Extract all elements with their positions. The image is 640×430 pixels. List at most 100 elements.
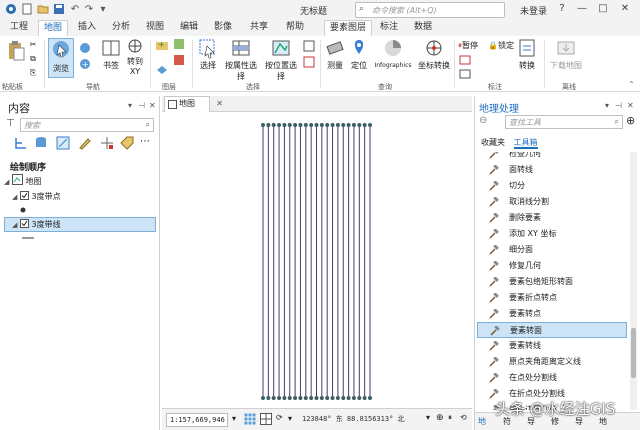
copy-icon[interactable]: ⧉ <box>28 54 38 64</box>
scale-selector[interactable]: 1:157,669,946 <box>166 413 228 427</box>
tab-analysis[interactable]: 分析 <box>106 20 136 36</box>
add-preset-icon[interactable] <box>172 54 186 68</box>
tab-data[interactable]: 数据 <box>408 20 438 36</box>
tool-list-scrollbar[interactable] <box>630 152 637 410</box>
more-icon[interactable]: ⋯ <box>140 136 154 150</box>
tool-item[interactable]: 要素转点 <box>477 306 627 322</box>
tab-feature-layer[interactable]: 要素图层 <box>324 20 372 36</box>
command-search-input[interactable]: ⌕ 命令搜索 (Alt+Q) <box>355 2 505 18</box>
undo-icon[interactable]: ↶ <box>68 3 82 17</box>
list-by-drawing-order-icon[interactable] <box>14 136 28 150</box>
selection-count-icon[interactable]: ⊕ <box>436 413 444 423</box>
layer-row-points[interactable]: ◢ 3度带点 <box>12 190 61 204</box>
fixed-zoom-icon[interactable]: + <box>78 58 92 72</box>
pane-menu-icon[interactable]: ▾ <box>128 101 132 110</box>
list-by-labeling-icon[interactable] <box>120 136 134 150</box>
table-icon[interactable] <box>244 413 256 428</box>
collapse-icon[interactable]: ◢ <box>12 221 17 229</box>
infographics-button[interactable]: Infographics <box>370 38 416 69</box>
pause-labeling-button[interactable]: ⏸暂停 <box>458 40 486 51</box>
maximize-button[interactable]: □ <box>596 2 610 16</box>
help-button[interactable]: ? <box>555 2 569 16</box>
find-tools-input[interactable]: 查找工具 ⌕ <box>505 115 623 129</box>
list-by-source-icon[interactable] <box>34 136 48 150</box>
clear-selection-icon[interactable] <box>302 56 316 70</box>
label-priority-icon[interactable] <box>458 68 472 82</box>
close-pane-icon[interactable]: ✕ <box>627 101 634 110</box>
lock-labeling-button[interactable]: 🔒锁定 <box>488 40 518 51</box>
map-canvas[interactable] <box>162 112 472 408</box>
tool-item[interactable]: 要素转线 <box>477 338 627 354</box>
collapse-icon[interactable]: ◢ <box>4 178 9 186</box>
scale-dropdown-icon[interactable]: ▾ <box>232 414 236 423</box>
layer-row-lines[interactable]: ◢ 3度带线 <box>12 218 61 232</box>
view-unplaced-icon[interactable] <box>458 54 472 68</box>
save-icon[interactable] <box>52 3 66 17</box>
redo-icon[interactable]: ↷ <box>82 3 96 17</box>
pane-menu-icon[interactable]: ▾ <box>605 101 609 110</box>
tool-item[interactable]: 检查几何 <box>477 152 627 162</box>
close-pane-icon[interactable]: ✕ <box>149 101 156 110</box>
refresh-icon[interactable]: ⟲ <box>460 413 467 422</box>
pin-icon[interactable]: ⊣ <box>138 101 145 110</box>
tool-item[interactable]: 在点处分割线 <box>477 370 627 386</box>
add-tool-icon[interactable]: ⊕ <box>626 114 635 127</box>
locate-button[interactable]: 定位 <box>348 38 370 71</box>
tool-item[interactable]: 添加 XY 坐标 <box>477 226 627 242</box>
tab-imagery[interactable]: 影像 <box>208 20 238 36</box>
map-view-tab[interactable]: 地图 ✕ <box>164 96 223 112</box>
contents-search-input[interactable]: 搜索 ⌕ <box>20 118 154 132</box>
tab-labeling[interactable]: 标注 <box>374 20 404 36</box>
close-tab-icon[interactable]: ✕ <box>216 97 223 111</box>
tab-project[interactable]: 工程 <box>4 20 34 36</box>
visibility-checkbox[interactable] <box>19 219 29 228</box>
download-map-button[interactable]: 下载地图 <box>548 38 584 71</box>
tool-item[interactable]: 细分面 <box>477 242 627 258</box>
list-by-snapping-icon[interactable] <box>100 136 114 150</box>
tool-item[interactable]: 删除要素 <box>477 210 627 226</box>
goto-xy-button[interactable]: 转到 XY <box>124 38 146 76</box>
collapse-ribbon-icon[interactable]: ⌃ <box>628 80 635 89</box>
select-by-location-button[interactable]: 按位置选择 <box>262 38 300 82</box>
collapse-icon[interactable]: ◢ <box>12 193 17 201</box>
new-icon[interactable] <box>20 3 34 17</box>
tool-item[interactable]: 要素包络矩形转面 <box>477 274 627 290</box>
scrollbar-thumb[interactable] <box>631 328 636 378</box>
tool-item[interactable]: 要素转面 <box>477 322 627 338</box>
close-button[interactable]: ✕ <box>618 2 632 16</box>
tool-item[interactable]: 原点夹角距离定义线 <box>477 354 627 370</box>
layer-options-icon[interactable] <box>154 64 170 78</box>
select-button[interactable]: 选择 <box>196 38 220 71</box>
tool-item[interactable]: 修复几何 <box>477 258 627 274</box>
line-symbol[interactable] <box>22 232 34 246</box>
cut-icon[interactable]: ✂ <box>28 40 38 49</box>
list-by-editing-icon[interactable] <box>78 136 92 150</box>
tab-favorites[interactable]: 收藏夹 <box>481 138 505 147</box>
minimize-button[interactable]: — <box>575 2 589 16</box>
tab-toolboxes[interactable]: 工具箱 <box>513 138 538 149</box>
attributes-icon[interactable] <box>302 40 316 54</box>
app-logo-icon[interactable] <box>4 3 18 17</box>
pause-drawing-icon[interactable]: ⏸ <box>448 413 452 423</box>
tab-help[interactable]: 帮助 <box>280 20 310 36</box>
tab-map[interactable]: 地图 <box>38 20 68 36</box>
bookmarks-button[interactable]: 书签 <box>100 38 122 71</box>
map-tree-node[interactable]: ◢ 地图 <box>4 174 41 188</box>
basemap-icon[interactable] <box>172 38 186 52</box>
open-icon[interactable] <box>36 3 50 17</box>
rotation-icon[interactable]: ⟳ <box>276 413 283 422</box>
bottom-tab-geoprocessing[interactable]: 地 <box>478 416 486 427</box>
copy-path-icon[interactable]: ⎘ <box>28 68 38 78</box>
tool-item[interactable]: 面转线 <box>477 162 627 178</box>
point-symbol[interactable] <box>20 204 26 218</box>
view-dropdown-icon[interactable]: ▾ <box>288 414 292 423</box>
tab-insert[interactable]: 插入 <box>72 20 102 36</box>
grid-icon[interactable] <box>260 413 272 428</box>
add-data-icon[interactable]: + <box>154 38 170 54</box>
tab-view[interactable]: 视图 <box>140 20 170 36</box>
tab-share[interactable]: 共享 <box>244 20 274 36</box>
coordinate-conversion-button[interactable]: 坐标转换 <box>416 38 452 71</box>
customize-toolbar-icon[interactable]: ▾ <box>96 3 110 17</box>
filter-icon[interactable]: ⊤ <box>6 118 15 129</box>
signin-status[interactable]: 未登录 <box>520 4 547 17</box>
